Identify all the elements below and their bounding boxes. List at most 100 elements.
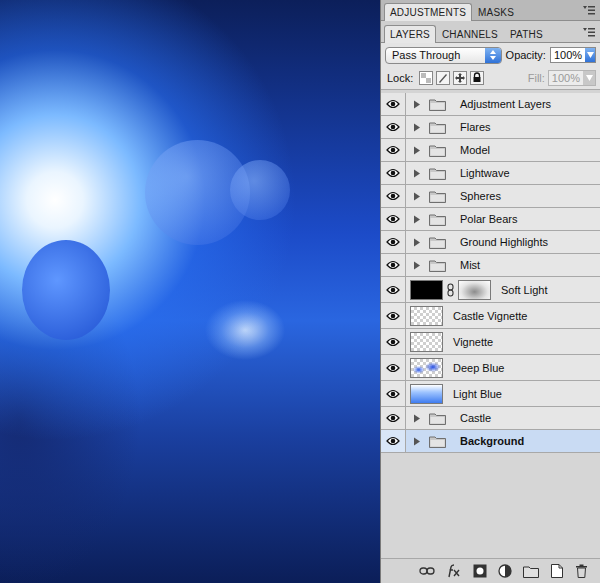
panel-tab[interactable]: PATHS (504, 25, 549, 42)
layer-row[interactable]: Mist (381, 254, 600, 277)
sphere (230, 160, 290, 220)
layer-row[interactable]: Vignette (381, 329, 600, 355)
layer-row[interactable]: Light Blue (381, 381, 600, 407)
layer-row[interactable]: Model (381, 139, 600, 162)
lock-position-move-icon[interactable] (453, 71, 467, 85)
visibility-toggle[interactable] (381, 277, 406, 302)
expand-arrow-icon[interactable] (413, 100, 421, 109)
layer-tab-bar: LAYERSCHANNELSPATHS (381, 21, 600, 43)
artwork-canvas (0, 0, 380, 583)
folder-icon (429, 167, 446, 180)
eye-icon[interactable] (386, 237, 400, 247)
layer-name: Deep Blue (453, 362, 504, 374)
layer-row[interactable]: Deep Blue (381, 355, 600, 381)
eye-icon[interactable] (386, 191, 400, 201)
layer-row[interactable]: Ground Highlights (381, 231, 600, 254)
visibility-toggle[interactable] (381, 381, 406, 406)
layer-row[interactable]: Soft Light (381, 277, 600, 303)
eye-icon[interactable] (386, 99, 400, 109)
new-layer-icon[interactable] (550, 564, 564, 578)
eye-icon[interactable] (386, 337, 400, 347)
visibility-toggle[interactable] (381, 407, 406, 429)
adjustment-layer-icon[interactable] (498, 564, 512, 578)
eye-icon[interactable] (386, 260, 400, 270)
layer-row[interactable]: Flares (381, 116, 600, 139)
visibility-toggle[interactable] (381, 329, 406, 354)
expand-arrow-icon[interactable] (413, 437, 421, 446)
visibility-toggle[interactable] (381, 93, 406, 115)
lock-row: Lock:Fill:100% (381, 67, 600, 90)
expand-arrow-icon[interactable] (413, 192, 421, 201)
layer-name: Ground Highlights (460, 236, 548, 248)
visibility-toggle[interactable] (381, 185, 406, 207)
folder-icon (429, 236, 446, 249)
new-group-folder-icon[interactable] (523, 565, 539, 578)
fill-label: Fill: (528, 72, 545, 84)
lock-pixels-brush-icon[interactable] (436, 71, 450, 85)
eye-icon[interactable] (386, 285, 400, 295)
chain-link-icon[interactable] (447, 283, 454, 297)
expand-arrow-icon[interactable] (413, 414, 421, 423)
layer-style-fx-icon[interactable] (446, 564, 462, 578)
dropdown-arrows-icon (485, 48, 501, 63)
panel-tab[interactable]: ADJUSTMENTS (384, 3, 472, 21)
expand-arrow-icon[interactable] (413, 169, 421, 178)
visibility-toggle[interactable] (381, 116, 406, 138)
visibility-toggle[interactable] (381, 254, 406, 276)
eye-icon[interactable] (386, 214, 400, 224)
layer-name: Adjustment Layers (460, 98, 551, 110)
folder-icon (429, 412, 446, 425)
eye-icon[interactable] (386, 122, 400, 132)
trash-icon[interactable] (575, 564, 588, 578)
layer-thumbnail (410, 384, 443, 404)
expand-arrow-icon[interactable] (413, 261, 421, 270)
layer-name: Mist (460, 259, 480, 271)
eye-icon[interactable] (386, 436, 400, 446)
layer-row[interactable]: Castle (381, 407, 600, 430)
expand-arrow-icon[interactable] (413, 238, 421, 247)
layer-name: Castle Vignette (453, 310, 527, 322)
visibility-toggle[interactable] (381, 355, 406, 380)
panel-menu-icon[interactable] (582, 5, 596, 15)
visibility-toggle[interactable] (381, 139, 406, 161)
panel-tab[interactable]: CHANNELS (436, 25, 504, 42)
app: ADJUSTMENTSMASKSLAYERSCHANNELSPATHSPass … (0, 0, 600, 583)
dropdown-arrow-icon[interactable] (585, 48, 595, 62)
lock-transparency-icon[interactable] (419, 71, 433, 85)
layer-row[interactable]: Adjustment Layers (381, 93, 600, 116)
layer-thumbnail (410, 306, 443, 326)
expand-arrow-icon[interactable] (413, 123, 421, 132)
expand-arrow-icon[interactable] (413, 146, 421, 155)
layer-row[interactable]: Castle Vignette (381, 303, 600, 329)
visibility-toggle[interactable] (381, 208, 406, 230)
eye-icon[interactable] (386, 311, 400, 321)
panel-tab[interactable]: LAYERS (384, 25, 436, 43)
layer-thumbnail (410, 332, 443, 352)
panel-menu-icon[interactable] (582, 27, 596, 37)
link-layers-icon[interactable] (419, 565, 435, 577)
sphere (22, 240, 110, 340)
top-tab-bar: ADJUSTMENTSMASKS (381, 0, 600, 21)
panel-tab[interactable]: MASKS (472, 3, 520, 20)
lock-all-icon[interactable] (470, 71, 484, 85)
eye-icon[interactable] (386, 168, 400, 178)
eye-icon[interactable] (386, 413, 400, 423)
blend-mode-dropdown[interactable]: Pass Through (385, 47, 502, 64)
folder-icon (429, 213, 446, 226)
layer-row[interactable]: Polar Bears (381, 208, 600, 231)
layer-row[interactable]: Lightwave (381, 162, 600, 185)
eye-icon[interactable] (386, 145, 400, 155)
visibility-toggle[interactable] (381, 162, 406, 184)
folder-icon (429, 435, 446, 448)
eye-icon[interactable] (386, 363, 400, 373)
add-mask-icon[interactable] (473, 564, 487, 578)
opacity-field[interactable]: 100% (550, 47, 596, 63)
layer-name: Model (460, 144, 490, 156)
visibility-toggle[interactable] (381, 430, 406, 452)
visibility-toggle[interactable] (381, 231, 406, 253)
layer-row[interactable]: Spheres (381, 185, 600, 208)
eye-icon[interactable] (386, 389, 400, 399)
layer-row[interactable]: Background (381, 430, 600, 453)
visibility-toggle[interactable] (381, 303, 406, 328)
expand-arrow-icon[interactable] (413, 215, 421, 224)
